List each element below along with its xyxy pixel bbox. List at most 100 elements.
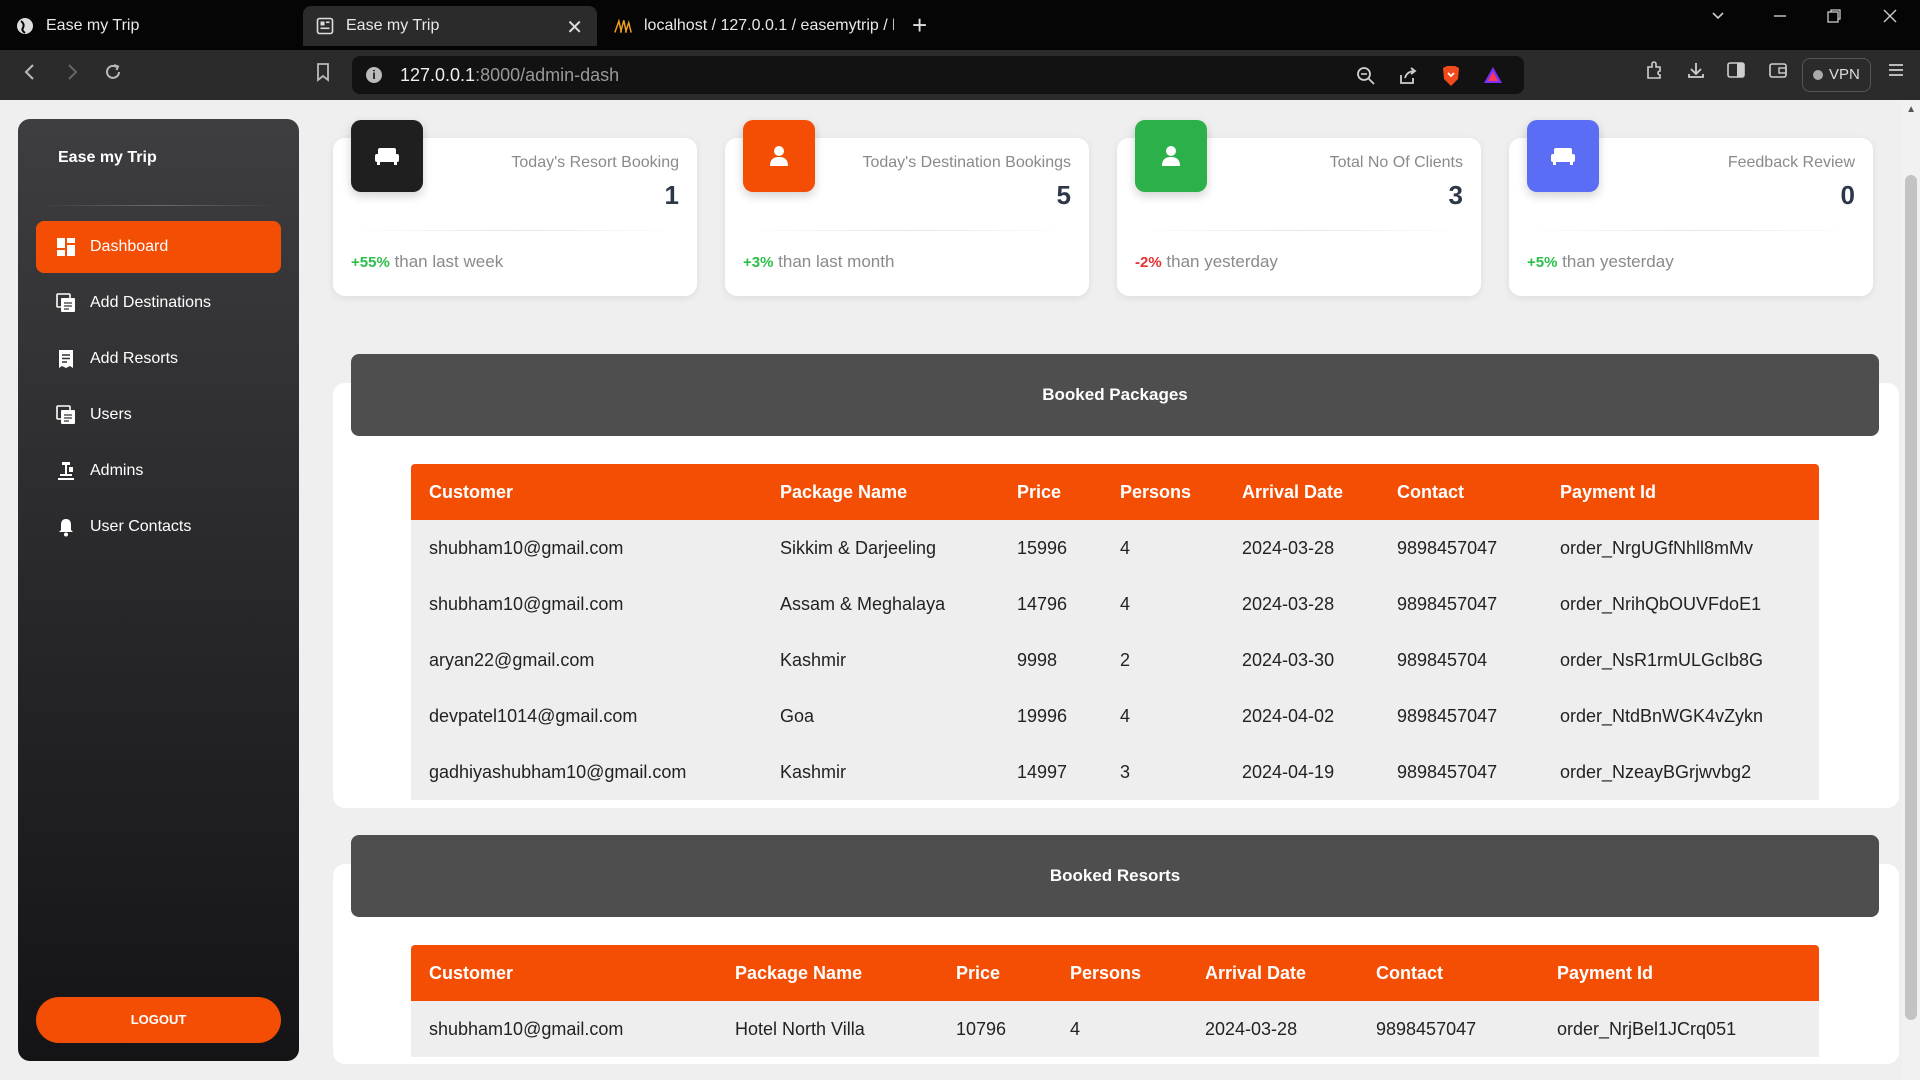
sidebar-toggle-icon[interactable] [1726, 60, 1746, 86]
table-cell: order_NrjBel1JCrq051 [1539, 1001, 1819, 1057]
globe-icon [16, 17, 34, 35]
table-header-row: Customer Package Name Price Persons Arri… [411, 945, 1819, 1001]
minimize-icon[interactable] [1772, 8, 1788, 29]
browser-toolbar: i 127.0.0.1:8000/admin-dash VPN [0, 50, 1920, 100]
card-value: 0 [1840, 180, 1855, 210]
forward-icon[interactable] [62, 62, 82, 88]
table-cell: gadhiyashubham10@gmail.com [411, 744, 762, 800]
table-header-row: Customer Package Name Price Persons Arri… [411, 464, 1819, 520]
brave-shields-icon[interactable] [1440, 64, 1462, 94]
table-cell: 19996 [999, 688, 1102, 744]
table-cell: devpatel1014@gmail.com [411, 688, 762, 744]
brand-title[interactable]: Ease my Trip [58, 149, 157, 167]
table-cell: 4 [1052, 1001, 1187, 1057]
share-icon[interactable] [1398, 66, 1418, 92]
page-icon [316, 17, 334, 35]
column-header: Payment Id [1539, 945, 1819, 1001]
user-tie-icon [56, 461, 76, 481]
table-cell: 10796 [938, 1001, 1052, 1057]
logout-button[interactable]: LOGOUT [36, 997, 281, 1043]
table-cell: order_NtdBnWGK4vZykn [1542, 688, 1819, 744]
browser-tab-2[interactable]: Ease my Trip ✕ [303, 6, 597, 46]
vpn-button[interactable]: VPN [1802, 58, 1871, 92]
sidebar-item-label: Admins [90, 462, 144, 479]
table-cell: 2024-04-02 [1224, 688, 1379, 744]
column-header: Arrival Date [1187, 945, 1358, 1001]
scroll-up-icon[interactable]: ▲ [1906, 104, 1916, 115]
sidebar-item-dashboard[interactable]: Dashboard [36, 221, 281, 273]
table-cell: Assam & Meghalaya [762, 576, 999, 632]
card-footer: +5% than yesterday [1527, 252, 1674, 271]
card-title: Today's Resort Booking [511, 154, 679, 171]
column-header: Price [938, 945, 1052, 1001]
back-icon[interactable] [20, 62, 40, 88]
table-cell: order_NzeayBGrjwvbg2 [1542, 744, 1819, 800]
wallet-icon[interactable] [1768, 60, 1788, 86]
table-cell: 4 [1102, 688, 1224, 744]
zoom-icon[interactable] [1356, 66, 1376, 92]
new-tab-icon[interactable]: + [912, 10, 927, 41]
table-cell: 9898457047 [1379, 520, 1542, 576]
booked-packages-table: Customer Package Name Price Persons Arri… [411, 464, 1819, 800]
address-bar[interactable]: i 127.0.0.1:8000/admin-dash [352, 56, 1524, 94]
stat-card-total-clients: Total No Of Clients 3 -2% than yesterday [1117, 120, 1481, 296]
copy-icon [56, 293, 76, 313]
bookmark-icon[interactable] [314, 62, 332, 88]
card-value: 5 [1056, 180, 1071, 210]
divider [351, 230, 679, 231]
browser-tab-1[interactable]: Ease my Trip [16, 6, 286, 46]
table-cell: 2024-03-28 [1187, 1001, 1358, 1057]
site-info-icon[interactable]: i [366, 67, 382, 83]
table-cell: Kashmir [762, 744, 999, 800]
download-icon[interactable] [1686, 60, 1706, 86]
close-window-icon[interactable] [1882, 8, 1898, 29]
sidebar-item-users[interactable]: Users [36, 389, 281, 441]
page-viewport: Ease my Trip Dashboard Add Destinations … [0, 100, 1920, 1080]
extensions-icon[interactable] [1644, 60, 1664, 86]
card-value: 1 [664, 180, 679, 210]
close-tab-icon[interactable]: ✕ [566, 15, 583, 40]
table-cell: 15996 [999, 520, 1102, 576]
tab-search-icon[interactable] [1710, 8, 1726, 29]
scrollbar[interactable]: ▲ [1902, 100, 1920, 1080]
card-footer: -2% than yesterday [1135, 252, 1278, 271]
menu-icon[interactable] [1886, 60, 1906, 86]
table-cell: 14796 [999, 576, 1102, 632]
sidebar-item-label: Dashboard [90, 238, 169, 255]
table-cell: order_NsR1rmULGcIb8G [1542, 632, 1819, 688]
card-title: Total No Of Clients [1329, 154, 1463, 171]
column-header: Persons [1052, 945, 1187, 1001]
column-header: Contact [1358, 945, 1539, 1001]
column-header: Customer [411, 945, 717, 1001]
tab-title: Ease my Trip [346, 17, 440, 34]
column-header: Arrival Date [1224, 464, 1379, 520]
browser-tab-3[interactable]: localhost / 127.0.0.1 / easemytrip / b [614, 6, 894, 46]
table-cell: 2 [1102, 632, 1224, 688]
table-cell: 2024-03-30 [1224, 632, 1379, 688]
sidebar-item-add-destinations[interactable]: Add Destinations [36, 277, 281, 329]
card-footer: +3% than last month [743, 252, 895, 271]
browser-tab-bar: Ease my Trip Ease my Trip ✕ localhost / … [0, 0, 1920, 50]
url-text[interactable]: 127.0.0.1:8000/admin-dash [400, 65, 619, 86]
card-footer: +55% than last week [351, 252, 504, 271]
table-cell: 9898457047 [1379, 576, 1542, 632]
scrollbar-thumb[interactable] [1905, 175, 1917, 1020]
sidebar-item-user-contacts[interactable]: User Contacts [36, 501, 281, 553]
dashboard-icon [56, 237, 76, 257]
reload-icon[interactable] [103, 62, 123, 88]
table-cell: 3 [1102, 744, 1224, 800]
sidebar-item-admins[interactable]: Admins [36, 445, 281, 497]
table-cell: 989845704 [1379, 632, 1542, 688]
table-cell: 9898457047 [1379, 744, 1542, 800]
tab-title: Ease my Trip [46, 17, 140, 34]
table-cell: order_NrgUGfNhll8mMv [1542, 520, 1819, 576]
person-icon [1135, 120, 1207, 192]
sidebar-item-add-resorts[interactable]: Add Resorts [36, 333, 281, 385]
booked-packages-title: Booked Packages [351, 354, 1879, 436]
divider [1135, 230, 1463, 231]
restore-icon[interactable] [1826, 8, 1842, 29]
table-cell: shubham10@gmail.com [411, 576, 762, 632]
brave-rewards-icon[interactable] [1482, 65, 1504, 91]
table-cell: 9998 [999, 632, 1102, 688]
sofa-icon [351, 120, 423, 192]
